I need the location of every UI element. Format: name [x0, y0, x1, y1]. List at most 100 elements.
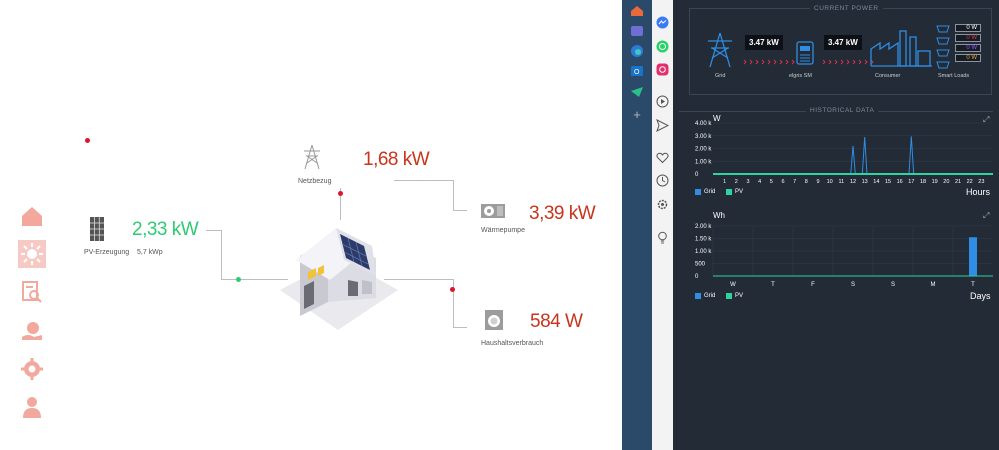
consumer-node-label: Consumer	[875, 73, 901, 79]
app-icon-outlook[interactable]: O	[630, 64, 644, 78]
x-tick-label: T	[771, 282, 775, 288]
hours-legend-pv[interactable]: PV	[726, 189, 743, 195]
hours-axis-label: Hours	[966, 187, 991, 197]
x-tick-label: 10	[827, 179, 833, 185]
messenger-icon[interactable]	[656, 16, 669, 29]
pv-capacity: 5,7 kWp	[137, 249, 163, 256]
x-tick-label: S	[891, 282, 895, 288]
x-tick-label: 12	[850, 179, 856, 185]
x-tick-label: S	[851, 282, 855, 288]
instagram-icon[interactable]	[656, 63, 669, 76]
lightbulb-icon[interactable]	[656, 231, 669, 244]
heatpump-wire	[453, 180, 454, 211]
grid-swatch	[695, 189, 701, 195]
bar-grid	[969, 237, 977, 276]
add-app-icon[interactable]: +	[630, 108, 644, 122]
smart-loads-label: Smart Loads	[938, 73, 970, 79]
days-legend-grid-label: Grid	[704, 293, 716, 299]
status-dot	[85, 138, 90, 143]
flow-arrows	[742, 52, 796, 65]
grid-flow-dot	[338, 191, 343, 196]
days-legend-pv[interactable]: PV	[726, 293, 743, 299]
y-tick-label: 2.00 k	[695, 147, 712, 153]
savings-icon[interactable]	[18, 317, 46, 345]
meter-power-readout: 3.47 kW	[824, 35, 862, 50]
x-tick-label: 15	[885, 179, 891, 185]
gear-icon[interactable]	[18, 355, 46, 383]
messenger-sidebar	[652, 0, 674, 450]
x-tick-label: 22	[967, 179, 973, 185]
x-tick-label: 11	[838, 179, 844, 185]
current-power-title: CURRENT POWER	[810, 5, 883, 12]
user-icon[interactable]	[18, 393, 46, 421]
days-legend-grid[interactable]: Grid	[695, 293, 715, 299]
smart-plug-icons	[934, 23, 952, 71]
smart-meter-icon	[795, 40, 815, 66]
app-bar: O +	[622, 0, 652, 450]
household-flow-dot	[450, 287, 455, 292]
grid-power-value: 1,68 kW	[363, 149, 430, 170]
whatsapp-icon[interactable]	[656, 40, 669, 53]
heart-icon[interactable]	[656, 151, 669, 164]
app-icon-home[interactable]	[630, 4, 644, 18]
x-tick-label: 23	[978, 179, 984, 185]
y-tick-label: 1.00 k	[695, 249, 712, 255]
play-icon[interactable]	[656, 95, 669, 108]
heatpump-wire	[453, 210, 467, 211]
heatpump-wire	[394, 180, 454, 181]
hours-legend-grid[interactable]: Grid	[695, 189, 715, 195]
x-tick-label: 16	[897, 179, 903, 185]
heatpump-power-value: 3,39 kW	[529, 203, 596, 224]
household-wire	[453, 327, 467, 328]
historical-title: HISTORICAL DATA	[806, 107, 879, 114]
y-tick-label: 500	[695, 262, 706, 268]
app-icon-teams[interactable]	[630, 24, 644, 38]
y-tick-label: 0	[695, 172, 699, 178]
x-tick-label: 2	[735, 179, 738, 185]
x-tick-label: 4	[758, 179, 761, 185]
svg-text:O: O	[634, 69, 640, 76]
y-tick-label: 2.00 k	[695, 224, 712, 230]
y-tick-label: 3.00 k	[695, 134, 712, 140]
x-tick-label: F	[811, 282, 815, 288]
send-icon[interactable]	[656, 118, 670, 133]
days-chart-unit: Wh	[713, 211, 725, 220]
smart-load-value-1: 0 W	[955, 24, 981, 32]
x-tick-label: 17	[908, 179, 914, 185]
dashboard-panel: CURRENT POWER Grid 3.47 kW elgris SM 3.4…	[673, 0, 999, 450]
settings-icon[interactable]	[656, 198, 669, 211]
search-report-icon[interactable]	[18, 278, 46, 306]
app-icon-edge[interactable]	[630, 44, 644, 58]
consumer-factory-icon	[870, 27, 934, 67]
smart-load-value-4: 0 W	[955, 54, 981, 62]
solar-panel-icon	[89, 216, 105, 242]
pv-flow-dot	[236, 277, 241, 282]
x-tick-label: T	[971, 282, 975, 288]
y-tick-label: 1.00 k	[695, 159, 712, 165]
grid-power-readout: 3.47 kW	[745, 35, 783, 50]
x-tick-label: 20	[943, 179, 949, 185]
grid-tower-icon	[707, 32, 733, 68]
pv-label: PV-Erzeugung	[84, 249, 130, 256]
x-tick-label: 5	[770, 179, 773, 185]
home-icon[interactable]	[18, 202, 46, 230]
grid-label: Netzbezug	[298, 178, 332, 185]
household-label: Haushaltsverbrauch	[481, 340, 544, 347]
x-tick-label: 9	[816, 179, 819, 185]
heat-pump-icon	[481, 204, 505, 218]
power-tower-icon	[303, 144, 321, 170]
x-tick-label: 3	[746, 179, 749, 185]
flow-arrows	[821, 52, 875, 65]
smart-load-value-3: 0 W	[955, 44, 981, 52]
pv-wire	[206, 230, 222, 231]
app-icon-send[interactable]	[630, 85, 644, 99]
clock-icon[interactable]	[656, 174, 669, 187]
x-tick-label: 8	[805, 179, 808, 185]
pv-swatch	[726, 293, 732, 299]
x-tick-label: 7	[793, 179, 796, 185]
x-tick-label: 18	[920, 179, 926, 185]
washing-machine-icon	[485, 310, 503, 330]
hours-legend-pv-label: PV	[735, 189, 744, 195]
sun-icon[interactable]	[18, 240, 46, 268]
days-axis-label: Days	[970, 291, 991, 301]
